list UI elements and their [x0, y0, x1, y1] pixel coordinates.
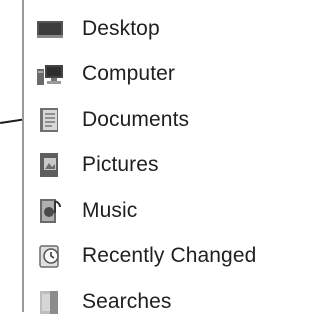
- navigation-pane: Desktop Computer Documents Pictures Musi…: [22, 0, 336, 314]
- nav-label: Desktop: [82, 16, 160, 40]
- pictures-icon: [36, 151, 64, 179]
- nav-item-documents[interactable]: Documents: [36, 97, 256, 143]
- nav-label: Recently Changed: [82, 244, 257, 268]
- nav-item-recently-changed[interactable]: Recently Changed: [36, 234, 256, 280]
- music-icon: [36, 197, 64, 225]
- desktop-icon: [36, 15, 64, 43]
- documents-icon: [36, 106, 64, 134]
- recently-changed-icon: [36, 242, 64, 270]
- nav-item-searches[interactable]: Searches: [36, 279, 256, 325]
- nav-item-music[interactable]: Music: [36, 188, 256, 234]
- nav-label: Documents: [82, 107, 190, 131]
- nav-label: Music: [82, 198, 138, 222]
- nav-label: Searches: [82, 289, 172, 313]
- nav-label: Pictures: [82, 153, 159, 177]
- favorite-links-list: Desktop Computer Documents Pictures Musi…: [36, 6, 256, 325]
- computer-icon: [36, 60, 64, 88]
- nav-item-desktop[interactable]: Desktop: [36, 6, 256, 52]
- nav-item-pictures[interactable]: Pictures: [36, 143, 256, 189]
- nav-label: Computer: [82, 62, 176, 86]
- nav-item-computer[interactable]: Computer: [36, 52, 256, 98]
